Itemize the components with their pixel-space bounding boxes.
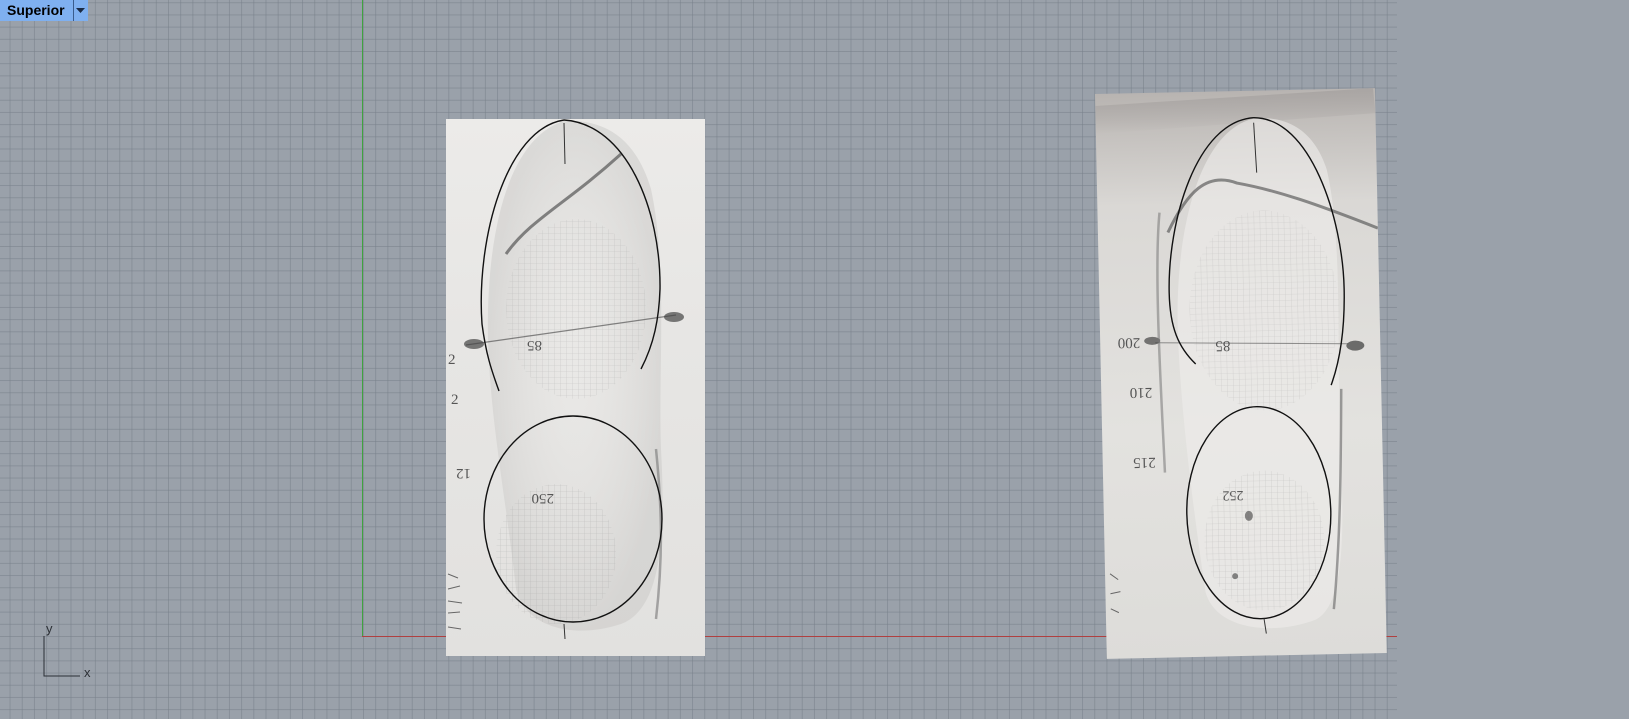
footprint-drawing-left: 85 250 2 2 12 <box>447 119 684 640</box>
annotation-2b-left: 2 <box>451 392 459 408</box>
viewport-name-label[interactable]: Superior <box>0 0 73 21</box>
viewport-superior[interactable]: 85 250 2 2 12 200 85 210 215 252 Superio… <box>0 0 1629 719</box>
annotation-250-left: 250 <box>532 490 555 506</box>
axis-x-label: x <box>84 665 91 680</box>
footprint-drawing-right: 200 85 210 215 252 <box>1095 88 1379 634</box>
viewport-outer-area <box>1397 0 1629 719</box>
axis-orientation-widget: y x <box>40 621 100 682</box>
footprint-photo-right[interactable]: 200 85 210 215 252 <box>1095 88 1387 659</box>
annotation-210-right: 210 <box>1130 384 1153 400</box>
annotation-85-left: 85 <box>527 337 542 353</box>
annotation-2a-left: 2 <box>448 352 456 368</box>
viewport-tab[interactable]: Superior <box>0 0 88 21</box>
viewport-menu-button[interactable] <box>72 0 88 21</box>
annotation-12-left: 12 <box>456 465 471 481</box>
annotation-85-right: 85 <box>1215 337 1230 353</box>
axis-y-label: y <box>46 621 53 636</box>
annotation-252-right: 252 <box>1222 487 1243 502</box>
y-axis-line <box>362 0 363 637</box>
chevron-down-icon <box>76 7 86 13</box>
annotation-200-right: 200 <box>1118 334 1141 350</box>
annotation-215-right: 215 <box>1133 454 1156 470</box>
footprint-photo-left[interactable]: 85 250 2 2 12 <box>446 119 705 656</box>
